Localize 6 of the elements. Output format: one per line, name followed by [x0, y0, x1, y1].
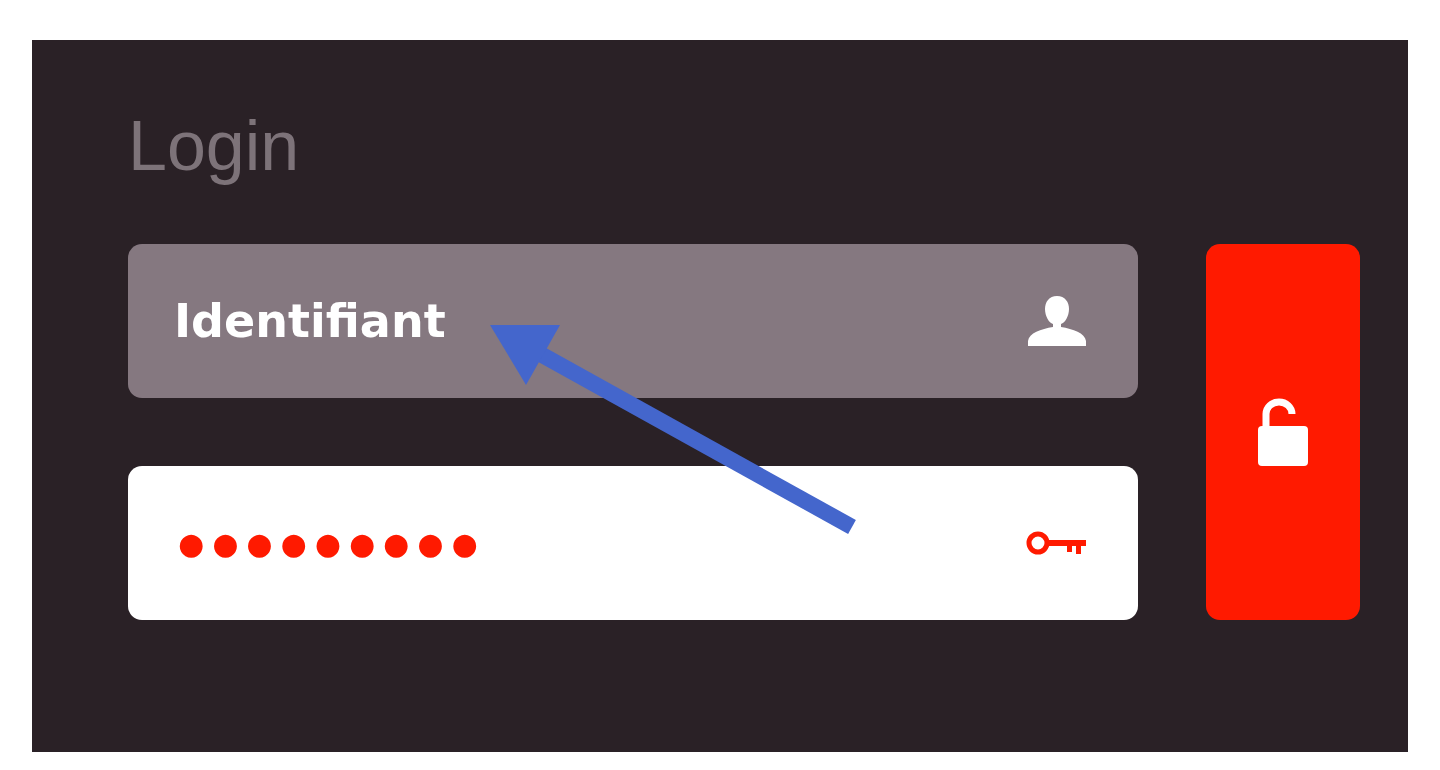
username-field[interactable]: Identifiant: [128, 244, 1138, 398]
unlock-button[interactable]: [1206, 244, 1360, 620]
unlocked-padlock-icon: [1258, 398, 1308, 466]
key-icon: [1026, 530, 1086, 556]
person-icon: [1028, 296, 1086, 346]
password-field[interactable]: ●●●●●●●●●: [128, 466, 1138, 620]
